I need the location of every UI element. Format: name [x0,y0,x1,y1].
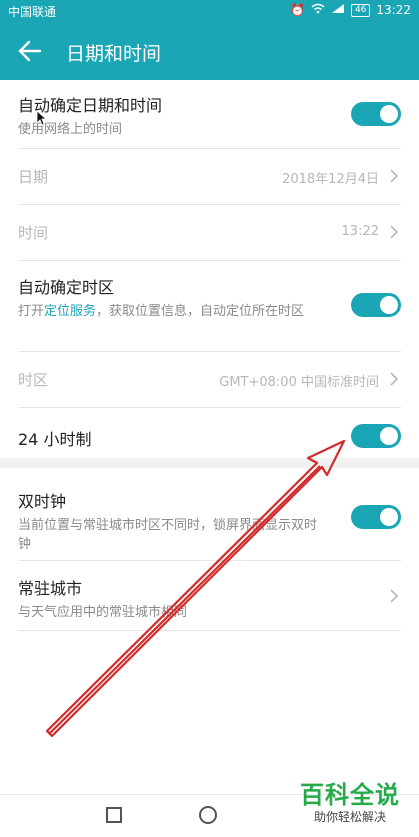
signal-icon [331,3,345,17]
setting-value: 2018年12月4日 [282,172,379,187]
app-bar: 日期和时间 [0,22,419,80]
watermark: 百科全说 助你轻松解决 [290,775,410,825]
status-icons: ⏰ 46 13:22 [290,3,411,17]
setting-auto-timezone[interactable]: 自动确定时区 打开定位服务，获取位置信息，自动定位所在时区 [18,261,401,352]
back-arrow-icon[interactable] [16,37,44,65]
wifi-icon [311,3,325,17]
chevron-right-icon [389,224,399,239]
status-bar: 中国联通 ⏰ 46 13:22 [0,0,419,22]
setting-title: 常驻城市 [18,579,83,598]
subtitle-prefix: 打开 [18,304,45,319]
setting-title: 双时钟 [18,492,67,511]
setting-subtitle: 与天气应用中的常驻城市相同 [18,605,188,620]
auto-datetime-toggle[interactable] [351,102,401,126]
battery-icon: 46 [350,3,371,17]
toggle-knob [380,105,398,123]
settings-list: 自动确定日期和时间 使用网络上的时间 日期 2018年12月4日 时间 13:2… [0,80,419,631]
setting-value: GMT+08:00 中国标准时间 [219,375,379,390]
watermark-subtitle: 助你轻松解决 [290,808,410,825]
setting-timezone[interactable]: 时区 GMT+08:00 中国标准时间 [18,352,401,408]
status-time: 13:22 [376,3,411,17]
setting-subtitle: 使用网络上的时间 [18,122,123,137]
setting-date[interactable]: 日期 2018年12月4日 [18,149,401,205]
location-service-link[interactable]: 定位服务 [44,304,96,319]
home-circle-icon[interactable] [199,806,217,824]
carrier-name: 中国联通 [8,5,57,19]
setting-auto-datetime[interactable]: 自动确定日期和时间 使用网络上的时间 [18,80,401,149]
chevron-right-icon [389,168,399,183]
chevron-right-icon [389,588,399,603]
setting-value: 13:22 [341,224,379,239]
watermark-title: 百科全说 [300,781,400,809]
section-divider [0,458,419,468]
recent-apps-icon[interactable] [106,807,122,823]
toggle-knob [380,427,398,445]
chevron-right-icon [389,371,399,386]
setting-time[interactable]: 时间 13:22 [18,205,401,261]
mouse-cursor-icon [36,110,46,126]
hour24-toggle[interactable] [351,424,401,448]
alarm-icon: ⏰ [290,3,305,17]
setting-subtitle: 当前位置与常驻城市时区不同时，锁屏界面显示双时钟 [18,518,318,552]
setting-home-city[interactable]: 常驻城市 与天气应用中的常驻城市相同 [18,561,401,631]
dual-clock-toggle[interactable] [351,505,401,529]
toggle-knob [380,296,398,314]
auto-timezone-toggle[interactable] [351,293,401,317]
page-title: 日期和时间 [66,43,162,65]
setting-subtitle: 打开定位服务，获取位置信息，自动定位所在时区 [18,302,328,321]
setting-title: 自动确定时区 [18,278,115,297]
subtitle-suffix: ，获取位置信息，自动定位所在时区 [96,304,305,319]
setting-24-hour[interactable]: 24 小时制 [18,408,401,464]
toggle-knob [380,508,398,526]
setting-dual-clock[interactable]: 双时钟 当前位置与常驻城市时区不同时，锁屏界面显示双时钟 [18,476,401,561]
setting-title: 自动确定日期和时间 [18,96,163,115]
setting-title: 24 小时制 [18,430,92,449]
